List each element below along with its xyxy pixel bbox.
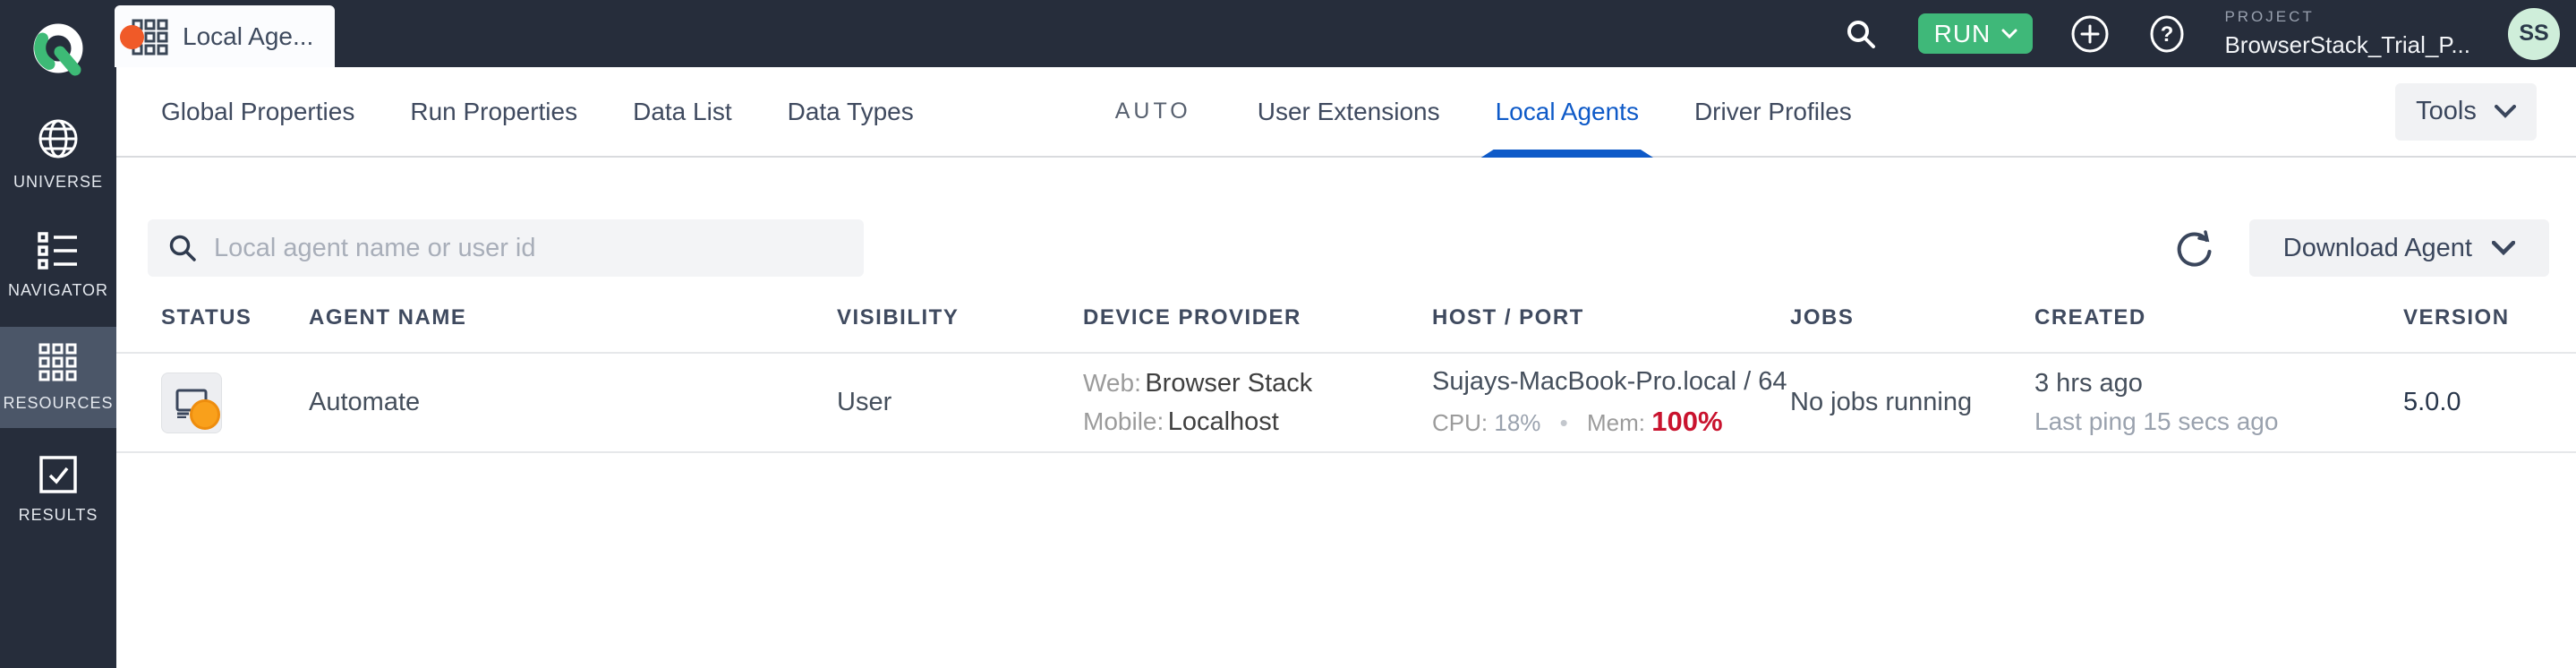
list-icon xyxy=(38,231,77,270)
run-label: RUN xyxy=(1933,19,1992,47)
agent-search[interactable] xyxy=(148,219,864,277)
col-host-port: HOST / PORT xyxy=(1432,305,1584,330)
table-header-row: STATUS AGENT NAME VISIBILITY DEVICE PROV… xyxy=(116,305,2576,354)
cpu-value: 18% xyxy=(1494,409,1541,436)
host-name: Sujays-MacBook-Pro.local / 64 xyxy=(1432,367,1787,396)
cpu-label: CPU: xyxy=(1432,409,1488,436)
main-content: Global Properties Run Properties Data Li… xyxy=(116,67,2576,668)
svg-text:?: ? xyxy=(2161,22,2174,47)
sidebar-label: UNIVERSE xyxy=(13,172,104,191)
sidebar-item-resources[interactable]: RESOURCES xyxy=(0,327,116,428)
mobile-provider: Localhost xyxy=(1167,407,1279,436)
tab-global-properties[interactable]: Global Properties xyxy=(161,67,354,156)
local-agents-table: STATUS AGENT NAME VISIBILITY DEVICE PROV… xyxy=(116,305,2576,453)
col-agent-name: AGENT NAME xyxy=(309,305,467,330)
tab-local-agents[interactable]: Local Agents xyxy=(1496,67,1639,156)
sidebar-item-universe[interactable]: UNIVERSE xyxy=(0,103,116,204)
created-time: 3 hrs ago xyxy=(2034,369,2143,398)
web-provider: Browser Stack xyxy=(1145,368,1313,398)
download-agent-button[interactable]: Download Agent xyxy=(2248,219,2549,277)
add-icon[interactable] xyxy=(2070,14,2110,54)
sidebar-label: RESULTS xyxy=(18,505,98,524)
sidebar-label: RESOURCES xyxy=(3,393,114,412)
run-button[interactable]: RUN xyxy=(1918,13,2034,54)
sidebar: UNIVERSE NAVIGATOR RESOURCES RESULTS xyxy=(0,67,116,668)
sidebar-item-results[interactable]: RESULTS xyxy=(0,439,116,540)
agent-name[interactable]: Automate xyxy=(309,388,837,417)
help-icon[interactable]: ? xyxy=(2147,14,2187,54)
tab-driver-profiles[interactable]: Driver Profiles xyxy=(1694,67,1852,156)
secondary-nav: Global Properties Run Properties Data Li… xyxy=(116,67,2576,158)
search-icon[interactable] xyxy=(1841,14,1881,54)
project-label: PROJECT xyxy=(2224,8,2315,25)
tools-button[interactable]: Tools xyxy=(2395,82,2537,141)
sidebar-item-navigator[interactable]: NAVIGATOR xyxy=(0,215,116,316)
chevron-down-icon xyxy=(2494,105,2516,118)
col-status: STATUS xyxy=(161,305,252,330)
host-port-cell: Sujays-MacBook-Pro.local / 64 CPU: 18% •… xyxy=(1432,367,1790,438)
mem-label: Mem: xyxy=(1586,409,1645,436)
agent-visibility: User xyxy=(837,388,892,416)
refresh-icon xyxy=(2177,230,2212,267)
last-ping: Last ping 15 secs ago xyxy=(2034,407,2279,435)
tools-label: Tools xyxy=(2416,97,2477,125)
col-visibility: VISIBILITY xyxy=(837,305,960,330)
avatar[interactable]: SS xyxy=(2508,7,2560,60)
busy-status-dot xyxy=(190,398,220,430)
avatar-initials: SS xyxy=(2519,21,2549,46)
search-icon xyxy=(169,235,196,261)
search-input[interactable] xyxy=(214,233,844,263)
top-bar: Local Age... RUN ? PROJECT BrowserStack_… xyxy=(0,0,2576,75)
version-cell: 5.0.0 xyxy=(2403,388,2461,416)
tab-run-properties[interactable]: Run Properties xyxy=(410,67,577,156)
web-label: Web: xyxy=(1083,368,1141,397)
globe-icon xyxy=(38,119,78,158)
sidebar-label: NAVIGATOR xyxy=(7,280,109,299)
chevron-down-icon xyxy=(2001,29,2017,39)
grid-orange-dot-icon xyxy=(120,18,168,56)
col-jobs: JOBS xyxy=(1790,305,1855,330)
agents-toolbar: Download Agent xyxy=(116,219,2576,277)
auto-section-label: AUTO xyxy=(1114,98,1191,124)
checkbox-check-icon xyxy=(39,455,77,493)
tab-user-extensions[interactable]: User Extensions xyxy=(1258,67,1440,156)
created-cell: 3 hrs ago Last ping 15 secs ago xyxy=(2034,369,2403,436)
table-row[interactable]: Automate User Web: Browser Stack Mobile:… xyxy=(116,354,2576,453)
col-created: CREATED xyxy=(2034,305,2146,330)
project-selector[interactable]: PROJECT BrowserStack_Trial_P... xyxy=(2224,8,2470,59)
tab-data-types[interactable]: Data Types xyxy=(788,67,914,156)
download-agent-label: Download Agent xyxy=(2282,233,2472,262)
grid-icon xyxy=(38,343,77,381)
mem-value: 100% xyxy=(1651,406,1723,437)
tab-label: Local Age... xyxy=(183,21,314,50)
open-tab-local-agents[interactable]: Local Age... xyxy=(115,5,336,67)
dot-separator: • xyxy=(1559,409,1568,436)
device-provider-cell: Web: Browser Stack Mobile: Localhost xyxy=(1083,369,1432,437)
q-logo-icon xyxy=(33,23,83,75)
project-name: BrowserStack_Trial_P... xyxy=(2224,31,2470,58)
mobile-label: Mobile: xyxy=(1083,407,1164,435)
refresh-button[interactable] xyxy=(2174,227,2215,269)
agent-status-icon[interactable] xyxy=(161,372,222,433)
col-device-provider: DEVICE PROVIDER xyxy=(1083,305,1301,330)
app-logo[interactable] xyxy=(0,0,116,75)
tab-data-list[interactable]: Data List xyxy=(633,67,732,156)
chevron-down-icon xyxy=(2492,241,2515,255)
col-version: VERSION xyxy=(2403,305,2510,330)
jobs-cell: No jobs running xyxy=(1790,388,1973,416)
